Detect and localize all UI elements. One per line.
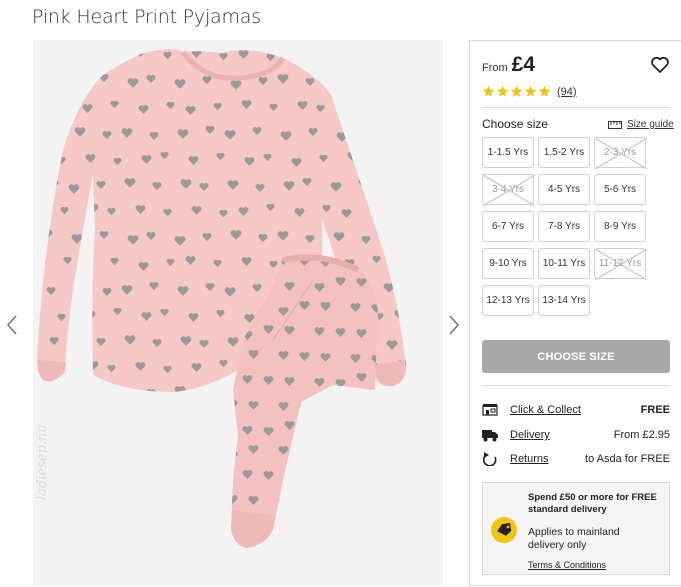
- size-label: 1.5-2 Yrs: [543, 147, 585, 158]
- click-collect-link[interactable]: Click & Collect: [510, 404, 581, 416]
- divider: [482, 107, 670, 108]
- size-option[interactable]: 1.5-2 Yrs: [538, 137, 590, 168]
- size-label: 13-14 Yrs: [542, 295, 586, 306]
- unavailable-cross: [595, 138, 647, 169]
- size-option[interactable]: 12-13 Yrs: [482, 285, 534, 316]
- price-prefix: From: [482, 62, 508, 74]
- price-row: From £4: [482, 53, 535, 77]
- size-option[interactable]: 1-1.5 Yrs: [482, 137, 534, 168]
- size-guide-label: Size guide: [627, 119, 674, 130]
- star-rating: [482, 85, 552, 98]
- size-option[interactable]: 4-5 Yrs: [538, 174, 590, 205]
- price: £4: [511, 53, 536, 76]
- size-option[interactable]: 6-7 Yrs: [482, 211, 534, 242]
- star-icon: [482, 85, 495, 97]
- size-label: 9-10 Yrs: [489, 258, 527, 269]
- size-option[interactable]: 13-14 Yrs: [538, 285, 590, 316]
- size-option[interactable]: 8-9 Yrs: [594, 211, 646, 242]
- size-option[interactable]: 2-3 Yrs: [594, 137, 647, 169]
- size-label: 6-7 Yrs: [491, 221, 525, 232]
- chevron-right-icon[interactable]: [446, 313, 462, 337]
- size-option[interactable]: 5-6 Yrs: [594, 174, 646, 205]
- chevron-left-icon[interactable]: [4, 313, 20, 337]
- product-panel: From £4 (94) Choose size Size guide 1-1.…: [469, 40, 681, 586]
- size-label: 10-11 Yrs: [542, 258, 586, 269]
- size-label: 4-5 Yrs: [547, 184, 581, 195]
- size-label: 12-13 Yrs: [486, 295, 530, 306]
- delivery-row-returns: Returns to Asda for FREE: [482, 451, 670, 467]
- unavailable-cross: [595, 249, 647, 280]
- returns-icon: [482, 452, 497, 466]
- size-label: 1-1.5 Yrs: [487, 147, 529, 158]
- star-icon: [538, 85, 551, 97]
- ruler-icon: [608, 120, 622, 129]
- promo-headline: Spend £50 or more for FREE standard deli…: [528, 492, 657, 515]
- size-option[interactable]: 10-11 Yrs: [538, 248, 590, 279]
- promo-body: Applies to mainland delivery only: [528, 526, 620, 551]
- unavailable-cross: [483, 175, 535, 206]
- choose-size-button[interactable]: CHOOSE SIZE: [482, 340, 670, 373]
- size-option[interactable]: 11-12 Yrs: [594, 248, 647, 280]
- pyjama-illustration: [33, 40, 443, 585]
- size-option[interactable]: 9-10 Yrs: [482, 248, 534, 279]
- size-label: 5-6 Yrs: [603, 184, 637, 195]
- click-collect-value: FREE: [640, 404, 670, 416]
- tag-icon: [491, 517, 517, 543]
- size-option[interactable]: 7-8 Yrs: [538, 211, 590, 242]
- terms-link[interactable]: Terms & Conditions: [528, 560, 606, 570]
- size-heading: Choose size: [482, 117, 549, 131]
- product-title: Pink Heart Print Pyjamas: [32, 6, 261, 28]
- product-image: ladiesep.nu: [33, 40, 443, 585]
- store-icon: [482, 404, 498, 416]
- truck-icon: [482, 430, 498, 442]
- delivery-row-delivery: Delivery From £2.95: [482, 427, 670, 443]
- delivery-value: From £2.95: [613, 429, 670, 441]
- star-icon: [524, 85, 537, 97]
- size-option[interactable]: 3-4 Yrs: [482, 174, 535, 206]
- size-label: 8-9 Yrs: [603, 221, 637, 232]
- heart-icon[interactable]: [650, 55, 670, 75]
- review-count-link[interactable]: (94): [557, 86, 577, 98]
- delivery-row-collect: Click & Collect FREE: [482, 402, 670, 418]
- size-label: 7-8 Yrs: [547, 221, 581, 232]
- returns-value: to Asda for FREE: [585, 453, 670, 465]
- delivery-promo: Spend £50 or more for FREE standard deli…: [482, 482, 670, 575]
- star-icon: [496, 85, 509, 97]
- divider: [482, 385, 670, 386]
- delivery-link[interactable]: Delivery: [510, 429, 550, 441]
- watermark: ladiesep.nu: [35, 424, 50, 500]
- rating: (94): [482, 85, 577, 98]
- returns-link[interactable]: Returns: [510, 453, 549, 465]
- size-guide-link[interactable]: Size guide: [608, 119, 674, 130]
- star-icon: [510, 85, 523, 97]
